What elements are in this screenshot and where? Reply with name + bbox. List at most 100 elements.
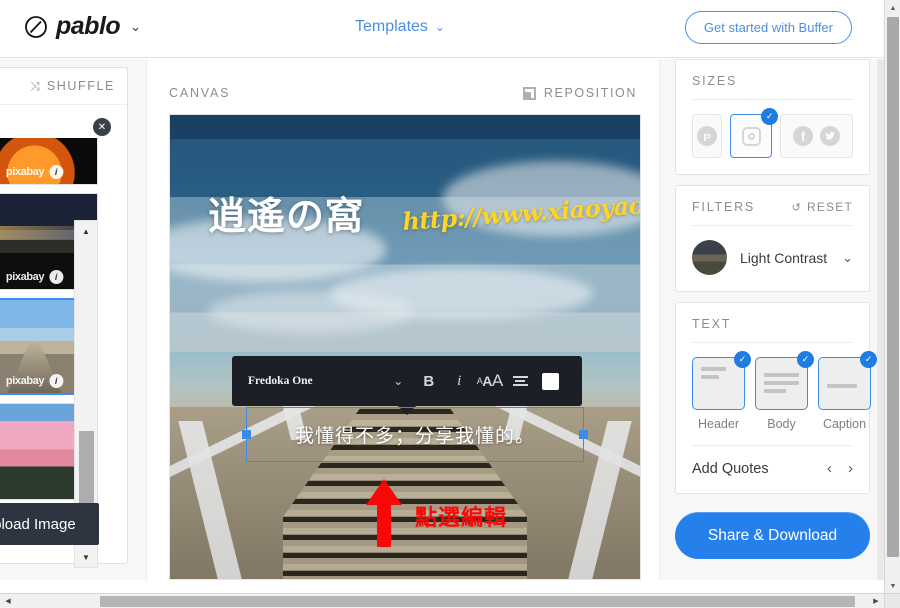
- size-option-instagram[interactable]: ✓: [730, 108, 779, 158]
- bold-button[interactable]: B: [414, 373, 445, 390]
- list-item[interactable]: pixabay i: [0, 138, 98, 185]
- size-option-pinterest[interactable]: ᴘ: [692, 114, 723, 158]
- close-icon[interactable]: ✕: [93, 118, 111, 136]
- canvas-label: CANVAS: [169, 86, 231, 100]
- twitter-icon: [820, 126, 841, 146]
- shuffle-label: SHUFFLE: [46, 79, 115, 93]
- text-header: TEXT: [692, 317, 853, 343]
- filters-header: FILTERS ↺ RESET: [692, 200, 853, 226]
- scroll-left-icon[interactable]: ◀: [0, 594, 16, 608]
- info-icon: i: [49, 270, 64, 284]
- align-center-icon[interactable]: [505, 375, 536, 387]
- reset-label: RESET: [806, 200, 853, 214]
- font-size-large-label: A: [491, 371, 503, 390]
- text-option-label: Header: [698, 417, 739, 431]
- share-and-download-button[interactable]: Share & Download: [675, 512, 870, 559]
- chevron-down-icon[interactable]: ⌄: [842, 250, 853, 266]
- scrollbar-corner: [884, 593, 900, 608]
- vertical-scrollbar[interactable]: ▲ ▼: [884, 0, 900, 594]
- pablo-app-window: pablo ⌄ Templates ⌄ Get started with Buf…: [0, 0, 900, 608]
- body-preview-icon: ✓: [755, 351, 814, 410]
- quotes-navigation: ‹ ›: [827, 460, 853, 477]
- filters-title: FILTERS: [692, 200, 756, 214]
- reset-filters-button[interactable]: ↺ RESET: [792, 200, 853, 214]
- scroll-down-icon[interactable]: ▼: [75, 548, 97, 566]
- pixabay-watermark: pixabay i: [5, 165, 64, 179]
- caption-preview-icon: ✓: [818, 351, 877, 410]
- italic-button[interactable]: i: [444, 373, 475, 390]
- text-option-label: Caption: [822, 417, 867, 431]
- size-option-facebook-twitter[interactable]: f: [780, 114, 853, 158]
- canvas-body-text: 我懂得不多；分享我懂的。: [294, 426, 535, 447]
- check-icon: ✓: [761, 108, 779, 125]
- top-navigation-bar: pablo ⌄ Templates ⌄ Get started with Buf…: [0, 0, 884, 58]
- settings-panel: SIZES ᴘ ✓ f FILTERS ↺ RESET Light Contra…: [661, 59, 884, 580]
- text-layer-options: ✓ Header ✓ Body ✓ Caption: [692, 351, 877, 431]
- chevron-down-icon: ⌄: [434, 20, 445, 34]
- canvas-header: CANVAS REPOSITION: [147, 81, 659, 105]
- watermark-label: pixabay: [5, 375, 45, 387]
- templates-label: Templates: [355, 18, 428, 35]
- get-started-button[interactable]: Get started with Buffer: [684, 11, 852, 44]
- image-picker-panel: ⤨ SHUFFLE ✕ pixabay i pixabay i pixabay …: [0, 67, 128, 568]
- vertical-scrollbar-thumb[interactable]: [887, 17, 899, 557]
- brand-name: pablo: [56, 12, 121, 40]
- watermark-label: pixabay: [5, 271, 45, 283]
- filters-card: FILTERS ↺ RESET Light Contrast ⌄: [675, 185, 870, 292]
- font-size-mid-label: A: [482, 373, 492, 389]
- reposition-icon: [522, 86, 536, 100]
- brand-logo[interactable]: pablo ⌄: [24, 12, 141, 41]
- watermark-label: pixabay: [5, 166, 45, 178]
- font-size-button[interactable]: AAA: [475, 371, 506, 391]
- font-dropdown-chevron-down-icon[interactable]: ⌄: [383, 374, 414, 388]
- annotation-arrow-icon: [366, 479, 402, 547]
- facebook-icon: f: [793, 126, 814, 146]
- panel-scroll-rail: [877, 59, 884, 580]
- scroll-right-icon[interactable]: ▶: [868, 594, 884, 608]
- upload-image-button[interactable]: Upload Image: [0, 503, 99, 545]
- chevron-down-icon[interactable]: ⌄: [130, 19, 141, 35]
- info-icon: i: [49, 165, 64, 179]
- reposition-label: REPOSITION: [543, 86, 637, 100]
- resize-handle-right[interactable]: [579, 430, 588, 439]
- text-title: TEXT: [692, 317, 732, 331]
- text-color-button[interactable]: [536, 372, 567, 390]
- image-canvas[interactable]: 逍遙の窩 http://www.xiaoyao.tw/ Fredoka One …: [169, 114, 641, 580]
- info-icon: i: [49, 374, 64, 388]
- color-swatch-icon: [542, 372, 560, 390]
- scroll-down-icon[interactable]: ▼: [885, 578, 900, 594]
- filter-selector[interactable]: Light Contrast ⌄: [692, 240, 853, 275]
- reposition-button[interactable]: REPOSITION: [522, 86, 637, 100]
- pinterest-icon: ᴘ: [697, 126, 718, 146]
- add-quotes-row: Add Quotes ‹ ›: [692, 445, 853, 477]
- check-icon: ✓: [860, 351, 877, 368]
- font-name-label[interactable]: Fredoka One: [248, 375, 383, 387]
- canvas-headline-text[interactable]: 逍遙の窩: [208, 185, 364, 240]
- selected-text-box[interactable]: 我懂得不多；分享我懂的。: [242, 407, 588, 462]
- text-card: TEXT ✓ Header ✓ Body ✓ Caption Add Quote…: [675, 302, 877, 494]
- instagram-icon: [741, 126, 761, 146]
- prev-quote-icon[interactable]: ‹: [827, 460, 832, 477]
- add-quotes-label[interactable]: Add Quotes: [692, 461, 769, 477]
- pixabay-watermark: pixabay i: [5, 270, 64, 284]
- templates-menu[interactable]: Templates ⌄: [355, 18, 445, 36]
- scroll-up-icon[interactable]: ▲: [885, 0, 900, 16]
- scroll-up-icon[interactable]: ▲: [75, 222, 97, 240]
- text-option-body[interactable]: ✓ Body: [755, 351, 814, 431]
- shuffle-icon: ⤨: [30, 78, 40, 93]
- text-option-caption[interactable]: ✓ Caption: [818, 351, 877, 431]
- sizes-card: SIZES ᴘ ✓ f: [675, 59, 870, 175]
- filter-name-label: Light Contrast: [740, 249, 828, 266]
- shuffle-button[interactable]: ⤨ SHUFFLE: [0, 68, 127, 105]
- sizes-header: SIZES: [692, 74, 853, 100]
- next-quote-icon[interactable]: ›: [848, 460, 853, 477]
- horizontal-scrollbar-thumb[interactable]: [100, 596, 855, 607]
- resize-handle-left[interactable]: [242, 430, 251, 439]
- pixabay-watermark: pixabay i: [5, 374, 64, 388]
- pablo-logo-icon: [25, 15, 47, 38]
- filter-preview-thumbnail: [692, 240, 727, 275]
- horizontal-scrollbar[interactable]: ◀ ▶: [0, 593, 900, 608]
- reset-icon: ↺: [791, 201, 802, 214]
- check-icon: ✓: [797, 351, 814, 368]
- text-option-header[interactable]: ✓ Header: [692, 351, 751, 431]
